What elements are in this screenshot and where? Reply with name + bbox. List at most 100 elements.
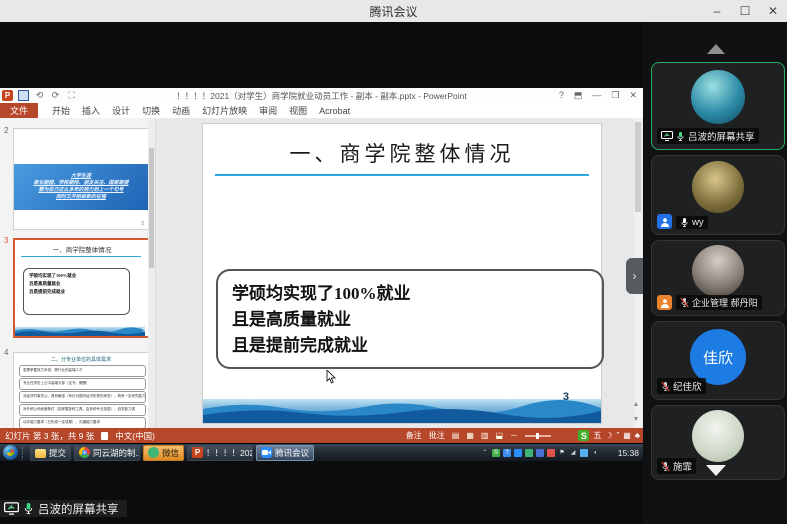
taskbar-button-label: 微信 [162,447,179,459]
slideshow-view-icon[interactable]: ⬓ [495,431,503,440]
thumb3-title: 一、商学院整体情况 [15,244,149,254]
participant-tile-jijiaxin[interactable]: 佳欣 纪佳欣 [651,321,785,400]
taskbar-button-label: 同云湖的制... [93,447,140,459]
slide-thumbnail-2[interactable]: 大学生涯 家长期望、学校期待、朋友关注、国家期望 要为自己这么多年的努力划上一个… [13,128,149,230]
participant-label: wy [676,216,708,229]
scroll-down-arrow-icon[interactable] [706,465,726,476]
sogou-toolbox-icon[interactable]: ♣ [635,431,640,440]
tab-view[interactable]: 视图 [283,104,313,117]
taskbar-button-wechat[interactable]: 微信 [143,445,184,461]
folder-icon [35,449,46,458]
thumb4-box: 专业在学历上占中高端头部（证书、薪酬） [19,378,146,390]
participant-tile-lvbo[interactable]: 吕波的屏幕共享 [651,62,785,150]
sogou-punctuation-icon[interactable]: ” [617,431,620,440]
taskbar-button-chrome[interactable]: 同云湖的制... [74,445,140,461]
sogou-input-bar: S 五 ☽ ” ▦ ♣ [578,429,640,442]
normal-view-icon[interactable]: ▤ [452,431,460,440]
tray-volume-icon[interactable]: ◖ [591,449,599,457]
slide-text-line: 学硕均实现了100%就业 [232,281,602,307]
tab-design[interactable]: 设计 [106,104,136,117]
tray-qq-icon[interactable] [536,449,544,457]
slide-sorter-icon[interactable]: ▦ [466,431,474,440]
taskbar-clock[interactable]: 15:38 [618,448,639,458]
previous-slide-button[interactable]: ▲ [630,398,642,410]
mic-on-icon [676,131,685,142]
ppt-close-icon[interactable]: ✕ [629,90,637,101]
current-slide[interactable]: 一、商学院整体情况 学硕均实现了100%就业 且是高质量就业 且是提前完成就业 … [202,123,602,424]
sidebar-collapse-handle[interactable]: › [626,258,643,294]
tab-review[interactable]: 审阅 [253,104,283,117]
zoom-slider[interactable] [525,435,551,437]
start-button[interactable] [3,445,18,460]
thumb3-page-number: 3 [142,328,145,334]
participant-name: 吕波的屏幕共享 [688,129,755,143]
tray-network-icon[interactable]: ◢ [569,449,577,457]
mic-muted-icon [661,461,670,472]
slide-page-number: 3 [563,391,569,403]
window-title: 腾讯会议 [369,3,417,20]
sharing-indicator-badge: 吕波的屏幕共享 [0,500,127,517]
mouse-cursor [326,370,336,384]
thumbnail-scrollbar[interactable] [148,118,155,428]
tab-insert[interactable]: 插入 [76,104,106,117]
ribbon-tab-bar: 文件 开始 插入 设计 切换 动画 幻灯片放映 审阅 视图 Acrobat [0,103,643,118]
sogou-wubi-mode[interactable]: 五 [593,430,601,441]
thumb2-line: 同时又开始崭新的征程 [56,194,106,201]
sharing-indicator-text: 吕波的屏幕共享 [38,501,119,517]
close-button[interactable]: ✕ [759,0,787,22]
participant-panel: 吕波的屏幕共享 wy [643,22,787,524]
tab-slideshow[interactable]: 幻灯片放映 [196,104,253,117]
slide-thumbnail-3-selected[interactable]: 一、商学院整体情况 学硕均实现了100%就业 且是高质量就业 且是提前完成就业 … [13,238,151,338]
tab-home[interactable]: 开始 [46,104,76,117]
taskbar-button-folder[interactable]: 提交 [30,445,71,461]
ppt-restore-icon[interactable]: ❐ [611,90,619,101]
slide-text-line: 且是高质量就业 [232,307,602,333]
participant-name: 企业管理 郝丹阳 [692,296,758,309]
tray-bluetooth-icon[interactable] [580,449,588,457]
taskbar-button-meeting[interactable]: 腾讯会议 [256,445,314,461]
comments-button[interactable]: 批注 [429,430,445,441]
meeting-camera-icon [261,447,272,458]
sogou-fullwidth-icon[interactable]: ☽ [605,431,612,440]
slide-textbox[interactable]: 学硕均实现了100%就业 且是高质量就业 且是提前完成就业 [216,269,604,369]
tray-sogou-icon[interactable]: S [492,449,500,457]
participant-tile-wy[interactable]: wy [651,155,785,235]
ppt-help-icon[interactable]: ? [559,90,564,101]
tab-animations[interactable]: 动画 [166,104,196,117]
ppt-window-controls: ? ⬒ — ❐ ✕ [559,90,637,101]
tray-flag-icon[interactable]: ⚑ [558,449,566,457]
attendee-badge-icon [657,214,672,229]
slide-wave-graphic [203,399,601,423]
ppt-ribbon-options-icon[interactable]: ⬒ [574,90,583,101]
screen-share-icon [4,502,19,515]
sogou-logo-icon[interactable]: S [578,430,589,441]
tray-expand-icon[interactable]: ⌃ [481,449,489,457]
ppt-status-bar: 幻灯片 第 3 张，共 9 张 中文(中国) 备注 批注 ▤ ▦ ▥ ⬓ － S… [0,428,643,443]
scroll-up-arrow-icon[interactable] [707,44,725,54]
ppt-minimize-icon[interactable]: — [592,90,601,101]
language-indicator[interactable]: 中文(中国) [115,430,155,442]
host-badge-icon [657,295,672,310]
participant-tile-haodanyang[interactable]: 企业管理 郝丹阳 [651,240,785,316]
tray-security-icon[interactable] [547,449,555,457]
tab-file[interactable]: 文件 [0,103,38,118]
tray-wechat-icon[interactable] [525,449,533,457]
zoom-out-icon[interactable]: － [510,430,518,441]
tray-meeting-icon[interactable] [514,449,522,457]
minimize-button[interactable]: – [703,0,731,22]
next-slide-button[interactable]: ▼ [630,413,642,425]
thumb3-line: 且是提前完成就业 [29,288,129,296]
spellcheck-icon[interactable] [101,432,108,440]
notes-button[interactable]: 备注 [406,430,422,441]
maximize-button[interactable]: ☐ [731,0,759,22]
reading-view-icon[interactable]: ▥ [481,431,489,440]
taskbar-button-label: 腾讯会议 [275,447,309,459]
slide-thumbnail-4[interactable]: 二、分专业单位的具体需求 急需掌握双方本领、跨行业的高端人才 专业在学历上占中高… [13,352,149,428]
sogou-keyboard-icon[interactable]: ▦ [623,431,631,440]
tab-acrobat[interactable]: Acrobat [313,106,356,116]
thumb3-wave [15,327,145,336]
quick-launch-divider [22,447,26,459]
taskbar-button-powerpoint[interactable]: P ！！！！202... [187,445,253,461]
tab-transitions[interactable]: 切换 [136,104,166,117]
tray-help-icon[interactable]: ? [503,449,511,457]
